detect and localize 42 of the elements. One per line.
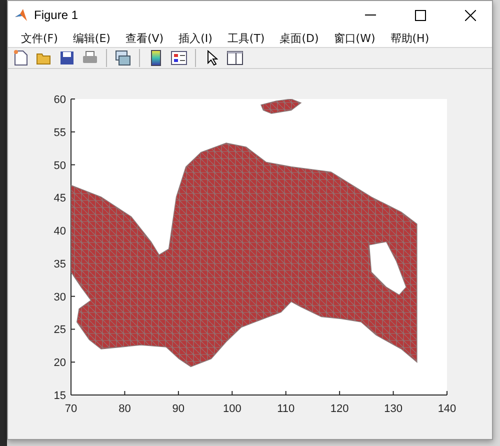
folder-icon bbox=[36, 52, 52, 64]
close-icon bbox=[464, 10, 476, 20]
colorbar-icon bbox=[151, 50, 161, 66]
x-tick-label: 120 bbox=[330, 403, 349, 415]
blank-page-icon bbox=[14, 50, 28, 66]
toolbar-button[interactable] bbox=[169, 48, 189, 68]
y-tick-label: 60 bbox=[54, 94, 66, 106]
menu-item[interactable]: 工具(T) bbox=[219, 30, 272, 46]
menu-item[interactable]: 文件(F) bbox=[13, 30, 65, 46]
y-tick-label: 45 bbox=[54, 192, 66, 205]
maximize-icon bbox=[414, 10, 426, 20]
y-tick-label: 20 bbox=[54, 357, 66, 370]
legend-icon bbox=[171, 51, 187, 65]
menu-item[interactable]: 帮助(H) bbox=[382, 30, 436, 46]
toolbar-button[interactable] bbox=[225, 48, 245, 68]
panel-icon bbox=[227, 51, 243, 65]
x-tick-label: 110 bbox=[277, 403, 295, 415]
x-tick-label: 80 bbox=[118, 403, 131, 415]
minimize-icon bbox=[364, 14, 376, 16]
y-tick-label: 35 bbox=[54, 258, 66, 270]
y-tick-label: 40 bbox=[54, 226, 66, 238]
x-tick-label: 100 bbox=[222, 403, 242, 415]
x-tick-label: 90 bbox=[172, 403, 185, 415]
y-tick-label: 50 bbox=[54, 160, 66, 172]
pointer-icon bbox=[206, 50, 218, 66]
matlab-logo-icon bbox=[14, 8, 28, 22]
menu-item[interactable]: 编辑(E) bbox=[64, 30, 118, 46]
y-tick-label: 30 bbox=[54, 291, 66, 304]
y-tick-label: 55 bbox=[54, 126, 66, 139]
y-tick-label: 15 bbox=[54, 390, 66, 402]
linked-windows-icon bbox=[115, 50, 131, 66]
y-tick-label: 25 bbox=[54, 324, 66, 336]
menu-item[interactable]: 插入(I) bbox=[170, 30, 220, 46]
menu-item[interactable]: 窗口(W) bbox=[326, 30, 382, 46]
printer-icon bbox=[82, 51, 98, 65]
x-tick-label: 130 bbox=[384, 403, 402, 415]
toolbar-button[interactable] bbox=[113, 48, 133, 68]
menu-item[interactable]: 查看(V) bbox=[117, 30, 171, 46]
x-tick-label: 70 bbox=[64, 403, 78, 415]
menu-item[interactable]: 桌面(D) bbox=[272, 30, 326, 46]
window-title: Figure 1 bbox=[34, 8, 80, 22]
x-tick-label: 140 bbox=[438, 403, 456, 415]
